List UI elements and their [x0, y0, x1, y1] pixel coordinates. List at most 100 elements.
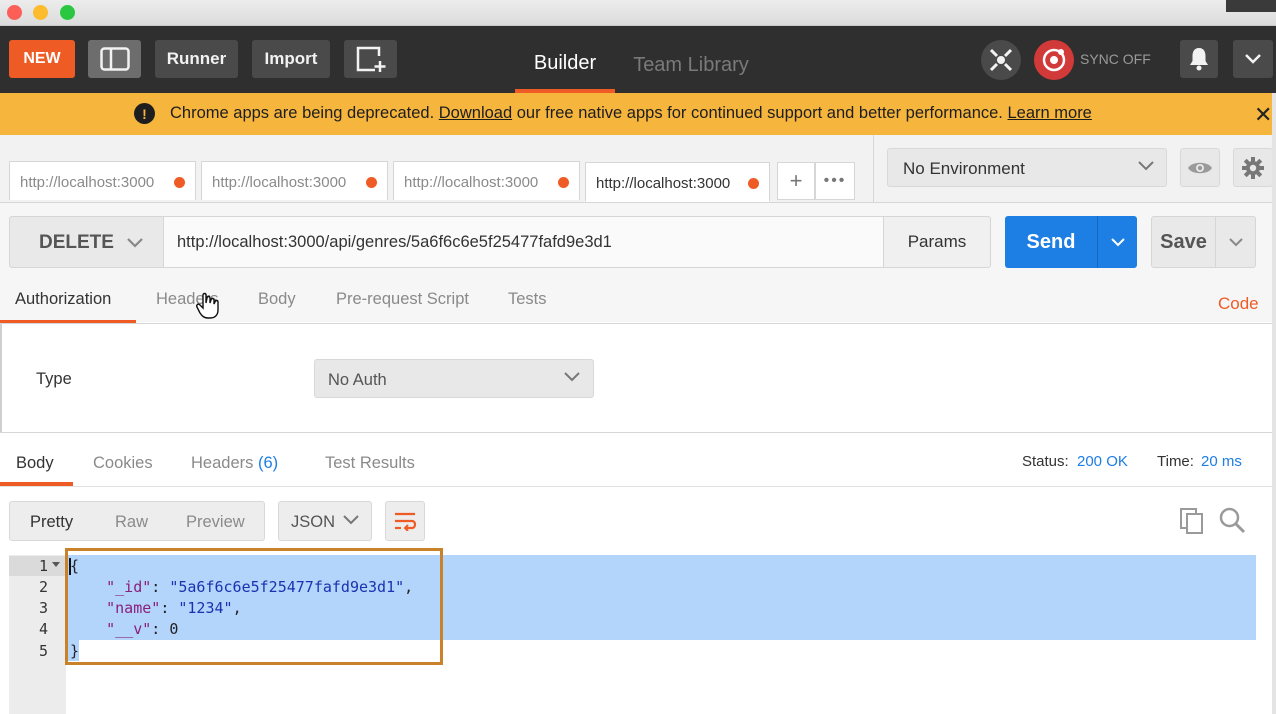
top-toolbar: NEW Runner Import Builder Team Library S… [0, 26, 1276, 93]
tab-authorization[interactable]: Authorization [15, 290, 111, 309]
format-preview-button[interactable]: Preview [186, 513, 245, 532]
sync-status-button[interactable] [1034, 40, 1074, 80]
time-label: Time: [1157, 453, 1194, 470]
titlebar-corner [1226, 0, 1276, 12]
line-number: 5 [38, 642, 48, 660]
sidebar-icon [99, 47, 130, 71]
banner-message-middle: our free native apps for continued suppo… [516, 104, 1003, 122]
unsaved-dot-icon [174, 177, 185, 188]
learn-more-link[interactable]: Learn more [1007, 104, 1091, 123]
fold-arrow-icon[interactable] [52, 562, 60, 567]
toggle-sidebar-button[interactable] [88, 40, 141, 78]
hand-cursor-icon [196, 292, 219, 319]
search-icon [1219, 507, 1246, 534]
manage-environments-button[interactable] [1233, 148, 1273, 187]
tab-tests[interactable]: Tests [508, 290, 547, 309]
request-tab-url: http://localhost:3000 [20, 174, 155, 191]
tab-team-library[interactable]: Team Library [630, 38, 752, 93]
request-tab[interactable]: http://localhost:3000 [201, 161, 388, 200]
environment-quick-look-button[interactable] [1180, 148, 1220, 187]
auth-type-label: Type [36, 370, 72, 388]
wrap-lines-icon [395, 512, 417, 531]
runner-button[interactable]: Runner [155, 40, 238, 78]
divider [873, 135, 874, 202]
auth-type-value: No Auth [328, 371, 387, 389]
response-format-toggle: Pretty Raw Preview [9, 501, 265, 541]
response-tab-test-results[interactable]: Test Results [325, 454, 415, 473]
line-number: 3 [38, 599, 48, 617]
request-url-input[interactable]: http://localhost:3000/api/genres/5a6f6c6… [164, 216, 884, 268]
chevron-down-icon [1110, 238, 1125, 247]
chevron-down-icon [1138, 161, 1154, 171]
response-tab-headers-label: Headers [191, 454, 254, 472]
auth-type-select[interactable]: No Auth [314, 359, 594, 398]
generate-code-link[interactable]: Code [1218, 294, 1259, 314]
tab-builder[interactable]: Builder [515, 38, 615, 93]
send-options-button[interactable] [1097, 216, 1137, 268]
format-raw-button[interactable]: Raw [115, 513, 148, 532]
eye-icon [1188, 162, 1212, 173]
divider [0, 324, 2, 432]
unsaved-dot-icon [748, 178, 759, 189]
zoom-window-button[interactable] [60, 5, 75, 20]
bell-icon [1190, 48, 1208, 71]
method-select[interactable]: DELETE [9, 216, 164, 268]
sync-orbit-icon [1042, 48, 1066, 72]
line-number: 2 [38, 578, 48, 596]
unsaved-dot-icon [558, 177, 569, 188]
satellite-icon [989, 48, 1013, 72]
import-button[interactable]: Import [252, 40, 330, 78]
response-tab-headers[interactable]: Headers (6) [191, 454, 278, 473]
scrollbar[interactable] [1272, 93, 1276, 714]
chevron-down-icon [1245, 54, 1261, 64]
tab-body[interactable]: Body [258, 290, 296, 309]
request-tab-active[interactable]: http://localhost:3000 [585, 162, 770, 202]
time-value: 20 ms [1201, 453, 1242, 470]
status-value: 200 OK [1077, 453, 1128, 470]
headers-count-badge: (6) [257, 454, 279, 472]
minimize-window-button[interactable] [33, 5, 48, 20]
tab-pre-request-script[interactable]: Pre-request Script [336, 290, 469, 309]
copy-icon [1180, 508, 1203, 534]
environment-select-value: No Environment [903, 159, 1025, 178]
params-button[interactable]: Params [883, 216, 991, 268]
method-value: DELETE [39, 232, 114, 253]
copy-response-button[interactable] [1178, 507, 1206, 535]
format-pretty-button[interactable]: Pretty [30, 513, 73, 532]
wrap-lines-button[interactable] [385, 501, 425, 541]
interceptor-button[interactable] [981, 40, 1021, 80]
response-language-value: JSON [291, 513, 336, 531]
send-button[interactable]: Send [1005, 216, 1097, 268]
banner-close-icon[interactable]: ✕ [1254, 102, 1272, 128]
response-tab-cookies[interactable]: Cookies [93, 454, 153, 473]
add-tab-button[interactable]: + [777, 162, 815, 200]
chevron-down-icon [564, 372, 580, 382]
search-response-button[interactable] [1217, 505, 1247, 535]
chevron-down-icon [343, 515, 359, 525]
chevron-down-icon [127, 238, 143, 248]
warning-icon: ! [134, 103, 155, 124]
request-tab[interactable]: http://localhost:3000 [9, 161, 196, 200]
notifications-button[interactable] [1180, 40, 1218, 78]
download-link[interactable]: Download [439, 104, 512, 123]
status-label: Status: [1022, 453, 1069, 470]
chevron-down-icon [1228, 238, 1243, 247]
response-tab-body[interactable]: Body [16, 454, 54, 473]
environment-select[interactable]: No Environment [887, 148, 1167, 187]
line-number: 1 [38, 557, 48, 575]
more-tabs-button[interactable]: ••• [815, 162, 855, 200]
banner-message: Chrome apps are being deprecated. [170, 104, 435, 122]
save-button[interactable]: Save [1151, 216, 1216, 268]
new-window-button[interactable] [344, 40, 397, 78]
window-titlebar [0, 0, 1276, 26]
divider [0, 432, 1272, 433]
request-tab-url: http://localhost:3000 [212, 174, 347, 191]
line-number: 4 [38, 620, 48, 638]
account-menu-button[interactable] [1233, 40, 1273, 78]
close-window-button[interactable] [7, 5, 22, 20]
sync-status-label: SYNC OFF [1080, 51, 1151, 67]
request-tab[interactable]: http://localhost:3000 [393, 161, 580, 200]
response-language-select[interactable]: JSON [278, 501, 372, 541]
save-options-button[interactable] [1216, 216, 1256, 268]
new-button[interactable]: NEW [9, 40, 75, 78]
